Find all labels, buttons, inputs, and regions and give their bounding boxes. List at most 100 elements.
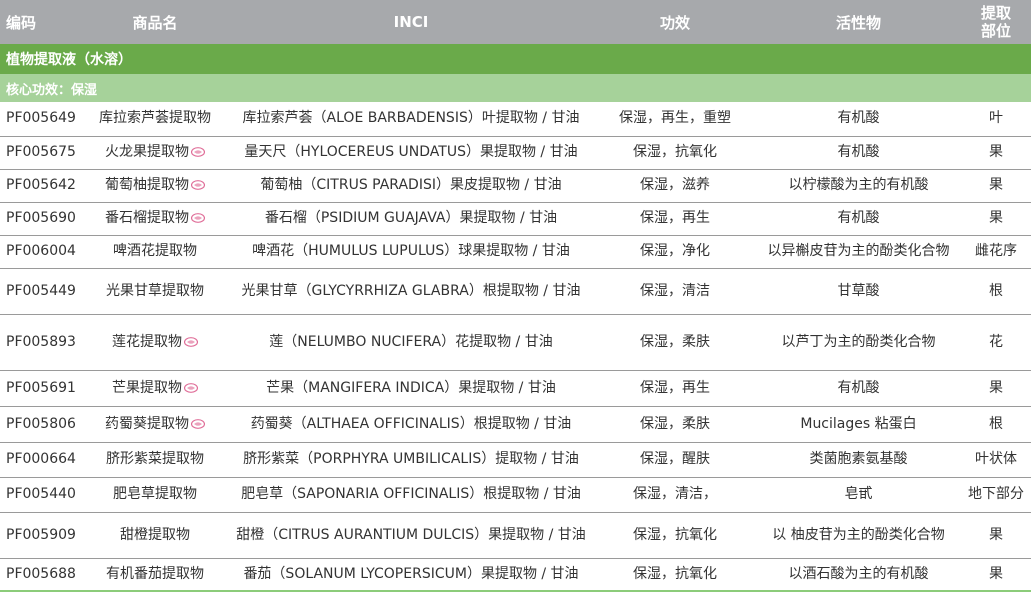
cell-effect-text: 保湿，滋养	[640, 177, 710, 193]
cell-part-text: 雌花序	[975, 243, 1017, 259]
cell-effect: 保湿，滋养	[594, 169, 756, 203]
cell-active-text: 甘草酸	[837, 282, 880, 299]
cell-active-text: 有机酸	[837, 144, 880, 160]
cell-effect-text: 保湿，抗氧化	[633, 144, 717, 160]
cell-inci-text: 脐形紫菜（PORPHYRA UMBILICALIS）提取物 / 甘油	[243, 451, 579, 467]
cell-product-name: 芒果提取物	[82, 370, 228, 407]
cell-inci-text: 葡萄柚（CITRUS PARADISI）果皮提取物 / 甘油	[260, 177, 562, 193]
cell-code: PF005690	[0, 202, 82, 236]
cell-active-text: 有机酸	[837, 110, 880, 127]
cell-code-text: PF005642	[6, 177, 76, 193]
table-row: PF005675 火龙果提取物 量天尺（HYLOCEREUS UNDATUS）果提取…	[0, 136, 1031, 170]
cell-active: 皂甙	[756, 477, 961, 513]
cell-code-text: PF005909	[6, 526, 76, 543]
cell-product-name: 有机番茄提取物	[82, 558, 228, 592]
cell-effect-text: 保湿，清洁，	[633, 486, 717, 502]
cell-product-name-text: 葡萄柚提取物	[105, 177, 189, 193]
cell-part: 果	[961, 169, 1031, 203]
cell-product-name: 肥皂草提取物	[82, 477, 228, 513]
cell-effect: 保湿，抗氧化	[594, 512, 756, 559]
cell-part-text: 果	[989, 177, 1003, 193]
cell-active-text: 皂甙	[844, 486, 873, 502]
cell-inci-text: 药蜀葵（ALTHAEA OFFICINALIS）根提取物 / 甘油	[250, 415, 572, 432]
cell-inci: 脐形紫菜（PORPHYRA UMBILICALIS）提取物 / 甘油	[228, 442, 594, 478]
group-row: 植物提取液（水溶）	[0, 44, 1031, 74]
cell-active: 以柠檬酸为主的有机酸	[756, 169, 961, 203]
cell-inci: 肥皂草（SAPONARIA OFFICINALIS）根提取物 / 甘油	[228, 477, 594, 513]
cell-effect: 保湿，柔肤	[594, 314, 756, 371]
header-part: 提取 部位	[961, 0, 1031, 44]
cell-product-name: 莲花提取物	[82, 314, 228, 371]
cell-code: PF005893	[0, 314, 82, 371]
cell-active-text: 以异槲皮苷为主的酚类化合物	[767, 243, 950, 259]
cell-effect: 保湿，醒肤	[594, 442, 756, 478]
table-row: PF005449 光果甘草提取物 光果甘草（GLYCYRRHIZA GLABRA）根…	[0, 268, 1031, 315]
cell-active: 以酒石酸为主的有机酸	[756, 558, 961, 592]
cell-product-name-text: 火龙果提取物	[105, 144, 189, 160]
cell-inci: 库拉索芦荟（ALOE BARBADENSIS）叶提取物 / 甘油	[228, 102, 594, 137]
new-badge-icon	[191, 180, 205, 190]
cell-part: 地下部分	[961, 477, 1031, 513]
cell-part: 叶	[961, 102, 1031, 137]
cell-code-text: PF005675	[6, 144, 76, 160]
cell-inci-text: 莲（NELUMBO NUCIFERA）花提取物 / 甘油	[269, 333, 553, 350]
cell-effect: 保湿，再生	[594, 202, 756, 236]
table-row: PF005642 葡萄柚提取物 葡萄柚（CITRUS PARADISI）果皮提取物 …	[0, 169, 1031, 203]
cell-inci: 药蜀葵（ALTHAEA OFFICINALIS）根提取物 / 甘油	[228, 406, 594, 443]
cell-inci-text: 库拉索芦荟（ALOE BARBADENSIS）叶提取物 / 甘油	[242, 110, 580, 127]
cell-effect: 保湿，柔肤	[594, 406, 756, 443]
header-active: 活性物	[756, 0, 961, 44]
cell-active: 类菌胞素氨基酸	[756, 442, 961, 478]
table-row: PF005806 药蜀葵提取物 药蜀葵（ALTHAEA OFFICINALIS）根提…	[0, 406, 1031, 443]
cell-code: PF005642	[0, 169, 82, 203]
cell-product-name: 甜橙提取物	[82, 512, 228, 559]
cell-inci-text: 番石榴（PSIDIUM GUAJAVA）果提取物 / 甘油	[264, 210, 558, 226]
cell-active-text: 类菌胞素氨基酸	[809, 451, 908, 467]
cell-code-text: PF005691	[6, 379, 76, 396]
cell-part-text: 根	[989, 415, 1003, 432]
table-header-row: 编码 商品名 INCI 功效 活性物 提取 部位	[0, 0, 1031, 44]
cell-active: 有机酸	[756, 202, 961, 236]
cell-product-name: 火龙果提取物	[82, 136, 228, 170]
cell-active: 有机酸	[756, 136, 961, 170]
table-row: PF005893 莲花提取物 莲（NELUMBO NUCIFERA）花提取物 / 甘…	[0, 314, 1031, 371]
cell-product-name-text: 番石榴提取物	[105, 210, 189, 226]
group-title: 植物提取液（水溶）	[0, 44, 1031, 74]
header-inci: INCI	[228, 0, 594, 44]
cell-inci-text: 番茄（SOLANUM LYCOPERSICUM）果提取物 / 甘油	[243, 565, 579, 582]
cell-effect: 保湿，再生	[594, 370, 756, 407]
cell-part-text: 果	[989, 210, 1003, 226]
cell-inci: 芒果（MANGIFERA INDICA）果提取物 / 甘油	[228, 370, 594, 407]
cell-effect-text: 保湿，柔肤	[640, 333, 710, 350]
cell-effect: 保湿，抗氧化	[594, 558, 756, 592]
cell-effect-text: 保湿，柔肤	[640, 415, 710, 432]
cell-product-name: 葡萄柚提取物	[82, 169, 228, 203]
cell-active-text: 有机酸	[837, 379, 880, 396]
cell-active: 以 柚皮苷为主的酚类化合物	[756, 512, 961, 559]
table-row: PF000664 脐形紫菜提取物 脐形紫菜（PORPHYRA UMBILICALIS…	[0, 442, 1031, 478]
cell-product-name: 啤酒花提取物	[82, 235, 228, 269]
cell-effect-text: 保湿，再生	[640, 379, 710, 396]
cell-product-name-text: 芒果提取物	[112, 379, 182, 396]
cell-product-name-text: 有机番茄提取物	[106, 565, 204, 582]
cell-product-name: 药蜀葵提取物	[82, 406, 228, 443]
cell-code: PF000664	[0, 442, 82, 478]
cell-part: 果	[961, 136, 1031, 170]
cell-effect-text: 保湿，清洁	[640, 282, 710, 299]
cell-effect-text: 保湿，净化	[640, 243, 710, 259]
cell-part: 花	[961, 314, 1031, 371]
cell-part: 果	[961, 558, 1031, 592]
cell-inci: 番石榴（PSIDIUM GUAJAVA）果提取物 / 甘油	[228, 202, 594, 236]
table-row: PF005691 芒果提取物 芒果（MANGIFERA INDICA）果提取物 / …	[0, 370, 1031, 407]
table-row: PF005688 有机番茄提取物 番茄（SOLANUM LYCOPERSICUM）果…	[0, 558, 1031, 592]
cell-inci: 葡萄柚（CITRUS PARADISI）果皮提取物 / 甘油	[228, 169, 594, 203]
cell-part-text: 果	[989, 379, 1003, 396]
cell-active-text: 以 柚皮苷为主的酚类化合物	[772, 526, 945, 543]
cell-product-name: 番石榴提取物	[82, 202, 228, 236]
cell-code: PF005449	[0, 268, 82, 315]
cell-code: PF005688	[0, 558, 82, 592]
cell-product-name: 光果甘草提取物	[82, 268, 228, 315]
cell-effect: 保湿，清洁	[594, 268, 756, 315]
cell-active-text: Mucilages 粘蛋白	[800, 415, 917, 432]
cell-code-text: PF005440	[6, 486, 76, 502]
